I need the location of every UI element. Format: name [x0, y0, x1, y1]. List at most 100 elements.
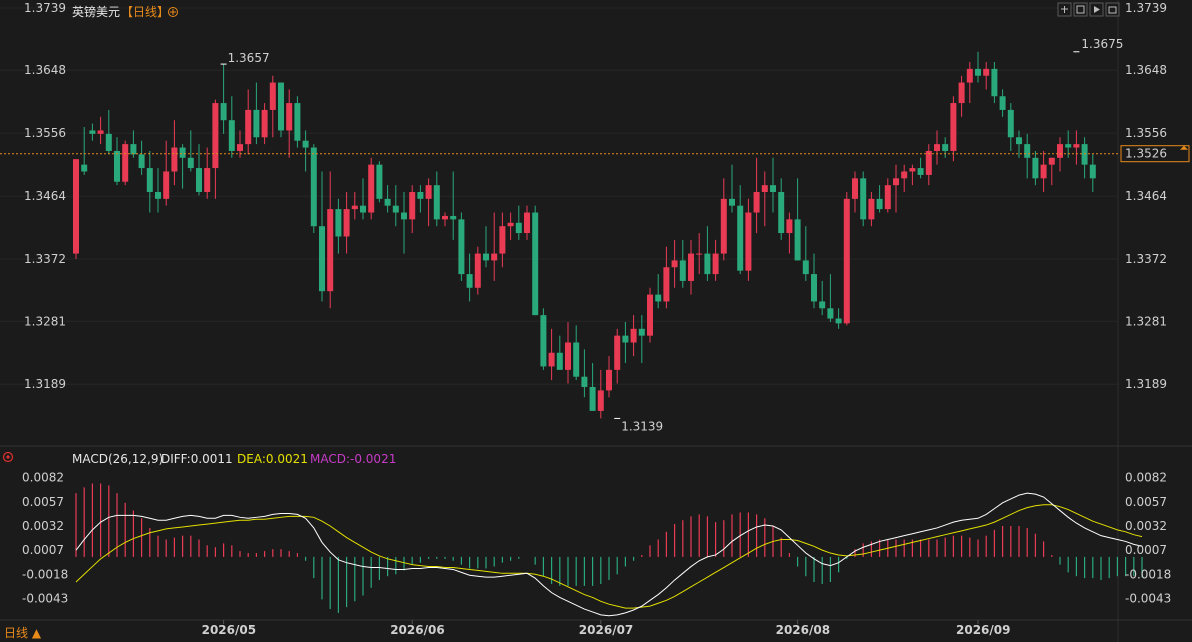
- candle-body: [458, 219, 465, 275]
- candle-body: [688, 253, 694, 281]
- candle-body: [507, 222, 514, 227]
- candle: [278, 82, 284, 138]
- candlestick-chart[interactable]: 1.3739 1.3739 1.3648 1.3648 1.3556 1.3556 1.34…: [0, 0, 1192, 642]
- candle-body: [532, 212, 539, 316]
- candle-body: [245, 109, 252, 145]
- candle-body: [187, 157, 194, 169]
- period-tag[interactable]: 【日线】: [121, 5, 169, 19]
- symbol-title: 英镑美元: [72, 4, 120, 19]
- candle-body: [212, 103, 219, 169]
- candle-body: [327, 209, 334, 292]
- candle: [360, 178, 366, 220]
- candle-body: [860, 178, 867, 220]
- svg-text:1.3526: 1.3526: [1125, 147, 1167, 161]
- current-price-tag: 1.3526: [1120, 145, 1190, 163]
- y-tick-label-left: 1.3739: [24, 1, 66, 15]
- candle-body: [360, 205, 366, 213]
- candle: [917, 157, 924, 179]
- period-selector[interactable]: 日线 ▲: [4, 626, 42, 640]
- candle: [220, 64, 227, 134]
- candle: [794, 178, 801, 261]
- candle-body: [876, 198, 883, 210]
- candle-body: [589, 386, 596, 411]
- candle-body: [942, 144, 949, 151]
- candle: [884, 178, 891, 213]
- candle: [958, 75, 965, 117]
- candle-body: [811, 274, 817, 302]
- candle-body: [983, 68, 990, 76]
- candle: [343, 192, 350, 254]
- candle: [515, 205, 522, 240]
- candle-body: [220, 103, 227, 121]
- y-tick-label-left: 1.3648: [24, 63, 66, 77]
- candle-body: [171, 147, 178, 172]
- macd-dea-label: DEA:0.0021: [237, 452, 308, 466]
- candle-body: [81, 164, 88, 172]
- candle: [532, 205, 539, 316]
- candle: [991, 62, 998, 104]
- dea-line: [75, 504, 1143, 609]
- candle: [73, 159, 79, 260]
- candle: [942, 137, 949, 158]
- candle: [565, 321, 571, 384]
- candle-body: [556, 352, 563, 370]
- y-tick-label-right: 1.3648: [1125, 63, 1167, 77]
- fullscreen-icon[interactable]: [1057, 2, 1072, 17]
- candle-body: [770, 185, 776, 193]
- camera-icon[interactable]: [1105, 2, 1120, 17]
- candle: [466, 253, 473, 302]
- candle: [737, 185, 744, 275]
- candle-body: [1057, 144, 1063, 158]
- candle-body: [663, 267, 670, 302]
- candle: [597, 369, 604, 419]
- candle-body: [146, 168, 153, 193]
- candle: [491, 212, 498, 281]
- macd-diff-label: DIFF:0.0011: [161, 452, 233, 466]
- candle: [1040, 150, 1047, 193]
- x-tick-label: 2026/05: [202, 623, 256, 637]
- candle: [868, 192, 875, 227]
- candle-body: [975, 68, 981, 76]
- crosshair-icon[interactable]: [1073, 2, 1088, 17]
- candle-body: [73, 159, 79, 254]
- candle-body: [122, 144, 129, 182]
- candle: [835, 308, 842, 329]
- macd-tick-label-left: 0.0032: [22, 519, 64, 533]
- candle: [589, 363, 596, 411]
- candle-body: [499, 226, 506, 254]
- candle-body: [893, 178, 899, 186]
- high-price-annotation-2: 1.3675: [1081, 37, 1123, 51]
- candle-body: [630, 328, 637, 343]
- candle: [647, 287, 653, 343]
- candle-body: [138, 154, 145, 169]
- candle-body: [745, 212, 752, 271]
- candle-body: [474, 253, 481, 288]
- candle-body: [97, 130, 104, 134]
- candle-body: [753, 192, 760, 213]
- candle-body: [204, 168, 211, 193]
- candle-body: [802, 260, 809, 275]
- candle: [122, 140, 129, 186]
- macd-tick-label-left: -0.0018: [22, 567, 68, 581]
- candle-body: [622, 335, 629, 343]
- candle: [212, 99, 219, 199]
- y-tick-label-left: 1.3464: [24, 189, 66, 203]
- candle: [843, 192, 850, 326]
- candle: [105, 109, 112, 155]
- indicator-settings-icon[interactable]: [2, 451, 14, 463]
- candle: [860, 171, 867, 227]
- candle-body: [778, 192, 785, 234]
- play-icon[interactable]: [1089, 2, 1104, 17]
- candle: [335, 198, 342, 254]
- diff-line: [75, 492, 1143, 617]
- macd-title: MACD(26,12,9): [72, 452, 163, 466]
- candle: [245, 89, 252, 155]
- plus-circle-icon[interactable]: [168, 7, 178, 17]
- candle-body: [417, 192, 424, 199]
- candle: [1024, 133, 1031, 179]
- candle: [179, 144, 186, 189]
- x-tick-label: 2026/06: [390, 623, 444, 637]
- candle-body: [819, 301, 826, 309]
- candle-body: [89, 130, 96, 134]
- candle: [1007, 103, 1014, 151]
